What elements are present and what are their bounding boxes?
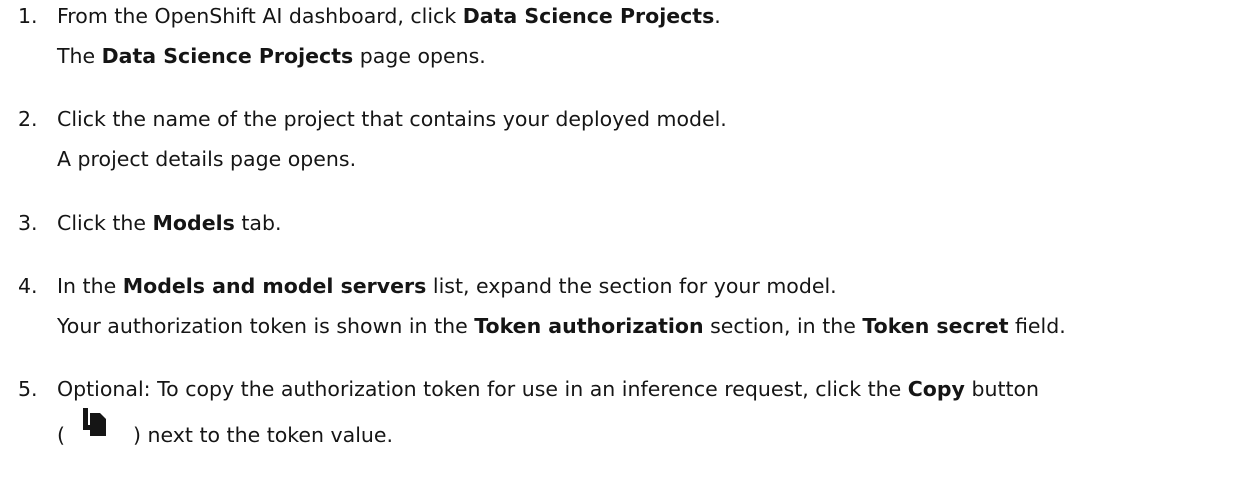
step-text: ) next to the token value.	[133, 423, 394, 447]
ui-term: Data Science Projects	[101, 44, 354, 68]
step-number: 3.	[18, 211, 38, 235]
step-4: 4. In the Models and model servers list, …	[18, 266, 1066, 346]
step-text: list, expand the section for your model.	[426, 274, 837, 298]
step-text: .	[714, 4, 721, 28]
step-text: tab.	[234, 211, 282, 235]
step-result: A project details page opens.	[57, 147, 357, 171]
ui-term: Token authorization	[474, 314, 704, 338]
step-text: Click the name of the project that conta…	[57, 107, 727, 131]
ui-term: Data Science Projects	[462, 4, 715, 28]
ui-term: Models and model servers	[122, 274, 427, 298]
ui-term: Models	[152, 211, 235, 235]
step-result: field.	[1008, 314, 1066, 338]
step-text: Optional: To copy the authorization toke…	[57, 377, 908, 401]
step-text: Click the	[57, 211, 153, 235]
step-text: From the OpenShift AI dashboard, click	[57, 4, 463, 28]
step-5: 5. Optional: To copy the authorization to…	[18, 369, 1039, 455]
step-3: 3. Click the Models tab.	[18, 203, 281, 243]
step-text: (	[57, 423, 65, 447]
step-result: section, in the	[703, 314, 863, 338]
ui-term: Copy	[907, 377, 965, 401]
step-2: 2. Click the name of the project that con…	[18, 99, 727, 179]
step-text: button	[964, 377, 1040, 401]
ui-term: Token secret	[862, 314, 1009, 338]
step-number: 2.	[18, 107, 38, 131]
copy-button-illustration	[65, 408, 133, 448]
step-result: Your authorization token is shown in the	[57, 314, 475, 338]
step-result: The	[57, 44, 102, 68]
step-result: page opens.	[353, 44, 486, 68]
step-1: 1. From the OpenShift AI dashboard, click…	[18, 0, 721, 76]
step-number: 4.	[18, 274, 38, 298]
step-number: 5.	[18, 377, 38, 401]
step-text: In the	[57, 274, 123, 298]
copy-icon	[83, 408, 106, 436]
step-number: 1.	[18, 4, 38, 28]
